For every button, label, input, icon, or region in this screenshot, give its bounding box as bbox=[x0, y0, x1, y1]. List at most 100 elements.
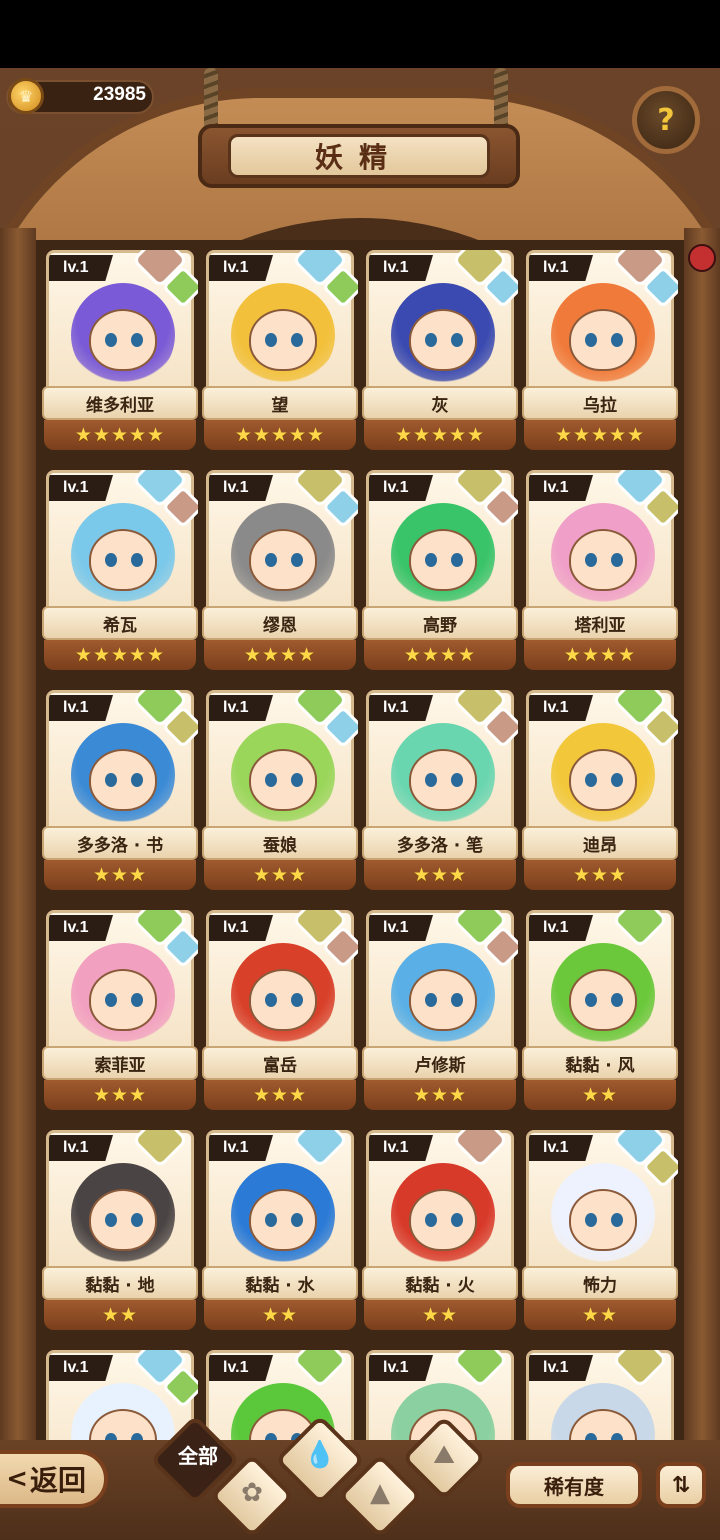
fairy-card[interactable]: lv.1 多多洛 · 笔 ★★★ bbox=[362, 690, 518, 894]
sort-rarity-button[interactable]: 稀有度 bbox=[506, 1462, 642, 1508]
card-name: 黏黏 · 风 bbox=[522, 1046, 678, 1080]
card-name: 多多洛 · 笔 bbox=[362, 826, 518, 860]
character-eye bbox=[105, 773, 117, 787]
character-eye bbox=[105, 333, 117, 347]
character-eye bbox=[265, 333, 277, 347]
page-title: 妖精 bbox=[228, 134, 490, 178]
fairy-card[interactable]: lv.1 望 ★★★★★ bbox=[202, 250, 358, 454]
character-eye bbox=[451, 1213, 463, 1227]
character-eye bbox=[105, 1433, 117, 1440]
fairy-card[interactable]: lv.1 黏黏 · 风 ★★ bbox=[522, 910, 678, 1114]
character-face bbox=[409, 969, 477, 1031]
star-rating: ★★★★ bbox=[364, 640, 516, 670]
character-eye bbox=[585, 773, 597, 787]
fairy-card[interactable]: lv.1 bbox=[202, 1350, 358, 1440]
sort-order-icon: ⇅ bbox=[671, 1472, 691, 1498]
character-face bbox=[89, 1189, 157, 1251]
character-eye bbox=[265, 553, 277, 567]
fairy-card[interactable]: lv.1 希瓦 ★★★★★ bbox=[42, 470, 198, 674]
level-tag: lv.1 bbox=[49, 1135, 113, 1161]
fairy-card[interactable]: lv.1可成长索菲亚★★★ bbox=[42, 910, 198, 1114]
fairy-card[interactable]: lv.1可成长怖力★★ bbox=[522, 1130, 678, 1334]
card-name: 迪昂 bbox=[522, 826, 678, 860]
level-tag: lv.1 bbox=[49, 915, 113, 941]
fairy-card[interactable]: lv.1 bbox=[42, 1350, 198, 1440]
level-tag: lv.1 bbox=[49, 1355, 113, 1381]
filter-all-label: 全部 bbox=[178, 1444, 218, 1468]
star-rating: ★★ bbox=[204, 1300, 356, 1330]
star-rating: ★★ bbox=[364, 1300, 516, 1330]
character-eye bbox=[291, 993, 303, 1007]
level-tag: lv.1 bbox=[369, 1355, 433, 1381]
sort-order-button[interactable]: ⇅ bbox=[656, 1462, 706, 1508]
fairy-card[interactable]: lv.1 迪昂 ★★★ bbox=[522, 690, 678, 894]
status-bar bbox=[0, 0, 720, 68]
character-eye bbox=[131, 773, 143, 787]
character-face bbox=[249, 309, 317, 371]
grass-icon: ✿ bbox=[241, 1478, 263, 1508]
level-tag: lv.1 bbox=[49, 695, 113, 721]
back-button[interactable]: < 返回 bbox=[0, 1450, 108, 1508]
character-eye bbox=[585, 553, 597, 567]
fairy-card[interactable]: lv.1 黏黏 · 地 ★★ bbox=[42, 1130, 198, 1334]
coin-icon: ♛ bbox=[8, 78, 44, 114]
level-tag: lv.1 bbox=[209, 1135, 273, 1161]
water-icon: 💧 bbox=[303, 1440, 337, 1470]
character-eye bbox=[425, 333, 437, 347]
fairy-card[interactable]: lv.1 卢修斯 ★★★ bbox=[362, 910, 518, 1114]
star-rating: ★★ bbox=[524, 1080, 676, 1110]
fairy-card[interactable]: lv.1可成长黏黏 · 火★★ bbox=[362, 1130, 518, 1334]
card-name: 怖力 bbox=[522, 1266, 678, 1300]
card-name: 黏黏 · 火 bbox=[362, 1266, 518, 1300]
fairy-card[interactable]: lv.1 多多洛 · 书 ★★★ bbox=[42, 690, 198, 894]
earth-icon: ▲ bbox=[370, 1478, 390, 1508]
fairy-card[interactable]: lv.1可成长塔利亚★★★★ bbox=[522, 470, 678, 674]
character-eye bbox=[585, 1433, 597, 1440]
card-name: 高野 bbox=[362, 606, 518, 640]
star-rating: ★★★ bbox=[204, 860, 356, 890]
character-eye bbox=[291, 773, 303, 787]
level-tag: lv.1 bbox=[529, 1135, 593, 1161]
back-arrow-icon: < bbox=[6, 1464, 28, 1494]
character-eye bbox=[291, 553, 303, 567]
character-face bbox=[249, 529, 317, 591]
fairy-card[interactable]: lv.1 维多利亚 ★★★★★ bbox=[42, 250, 198, 454]
character-eye bbox=[611, 333, 623, 347]
level-tag: lv.1 bbox=[209, 695, 273, 721]
level-tag: lv.1 bbox=[369, 915, 433, 941]
character-eye bbox=[291, 1213, 303, 1227]
character-eye bbox=[585, 1213, 597, 1227]
fairy-card[interactable]: lv.1 富岳 ★★★ bbox=[202, 910, 358, 1114]
character-eye bbox=[131, 1433, 143, 1440]
fairy-card[interactable]: lv.1 黏黏 · 水 ★★ bbox=[202, 1130, 358, 1334]
character-eye bbox=[451, 773, 463, 787]
help-button[interactable]: ? bbox=[632, 86, 700, 154]
star-rating: ★★★ bbox=[204, 1080, 356, 1110]
character-eye bbox=[131, 993, 143, 1007]
back-label: 返回 bbox=[29, 1464, 86, 1497]
character-eye bbox=[451, 333, 463, 347]
question-icon: ? bbox=[657, 102, 675, 138]
character-eye bbox=[105, 993, 117, 1007]
character-eye bbox=[611, 773, 623, 787]
star-rating: ★★★★★ bbox=[44, 420, 196, 450]
card-name: 黏黏 · 地 bbox=[42, 1266, 198, 1300]
level-tag: lv.1 bbox=[209, 915, 273, 941]
fairy-card[interactable]: lv.1 乌拉 ★★★★★ bbox=[522, 250, 678, 454]
fairy-card[interactable]: lv.1可成长高野★★★★ bbox=[362, 470, 518, 674]
star-rating: ★★★★ bbox=[204, 640, 356, 670]
character-eye bbox=[425, 553, 437, 567]
mountain-icon: ⛰ bbox=[433, 1440, 455, 1470]
level-tag: lv.1 bbox=[369, 1135, 433, 1161]
fairy-card[interactable]: lv.1可成长蚕娘★★★ bbox=[202, 690, 358, 894]
fairy-card[interactable]: lv.1可成长缪恩★★★★ bbox=[202, 470, 358, 674]
star-rating: ★★★★★ bbox=[204, 420, 356, 450]
level-tag: lv.1 bbox=[209, 475, 273, 501]
fairy-card[interactable]: lv.1 灰 ★★★★★ bbox=[362, 250, 518, 454]
star-rating: ★★ bbox=[524, 1300, 676, 1330]
character-face bbox=[409, 1189, 477, 1251]
card-name: 缪恩 bbox=[202, 606, 358, 640]
star-rating: ★★★ bbox=[44, 860, 196, 890]
fairy-card[interactable]: lv.1 bbox=[522, 1350, 678, 1440]
character-eye bbox=[611, 553, 623, 567]
